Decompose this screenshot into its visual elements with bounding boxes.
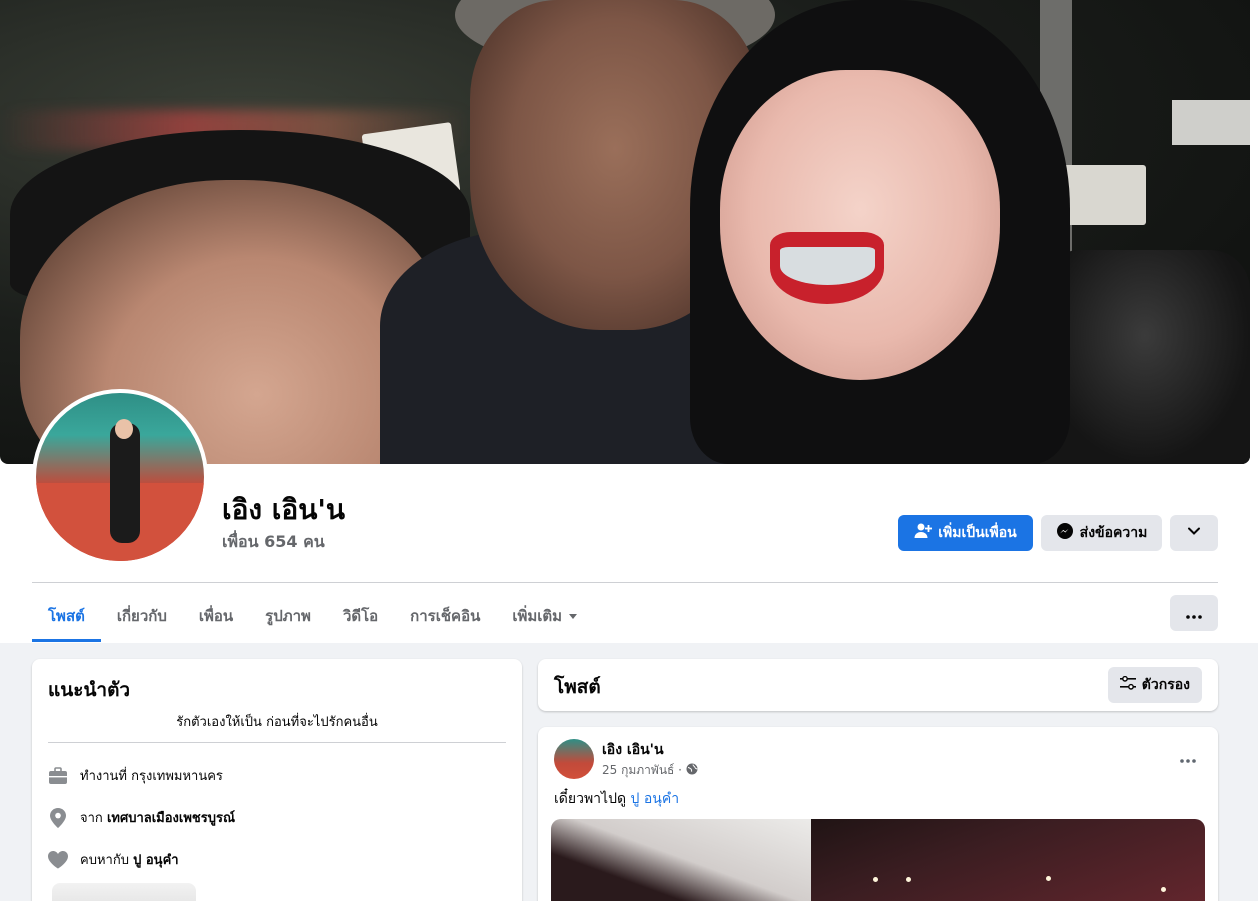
profile-name: เอิง เอิน'น bbox=[222, 493, 346, 526]
location-pin-icon bbox=[48, 807, 68, 828]
person-add-icon bbox=[914, 522, 933, 544]
profile-avatar[interactable] bbox=[32, 389, 208, 565]
hometown[interactable]: เทศบาลเมืองเพชรบูรณ์ bbox=[107, 811, 235, 826]
post-meta: 25 กุมภาพันธ์ · bbox=[602, 761, 698, 780]
tagged-person-link[interactable]: ปู อนุคํา bbox=[631, 791, 680, 807]
tab-friends[interactable]: เพื่อน bbox=[183, 590, 249, 642]
tab-photos[interactable]: รูปภาพ bbox=[249, 590, 327, 642]
intro-title: แนะนำตัว bbox=[48, 679, 131, 701]
tab-videos[interactable]: วิดีโอ bbox=[327, 590, 394, 642]
profile-tabs: โพสต์ เกี่ยวกับ เพื่อน รูปภาพ วิดีโอ การ… bbox=[32, 590, 594, 642]
tab-about[interactable]: เกี่ยวกับ bbox=[101, 590, 183, 642]
posts-title: โพสต์ bbox=[554, 676, 601, 698]
header-divider bbox=[32, 582, 1218, 583]
posts-header-card: โพสต์ ตัวกรอง bbox=[538, 659, 1218, 711]
profile-options-button[interactable] bbox=[1170, 515, 1218, 551]
tabs-more-button[interactable] bbox=[1170, 595, 1218, 631]
more-dots-icon bbox=[1186, 604, 1202, 623]
filter-button[interactable]: ตัวกรอง bbox=[1107, 667, 1202, 703]
work-place[interactable]: กรุงเทพมหานคร bbox=[131, 769, 223, 784]
post-author-name[interactable]: เอิง เอิน'น bbox=[602, 739, 664, 761]
message-button[interactable]: ส่งข้อความ bbox=[1041, 515, 1162, 551]
post-card: เอิง เอิน'น 25 กุมภาพันธ์ · เดี๋ยวพาไปดู… bbox=[538, 727, 1218, 901]
chevron-down-icon bbox=[1187, 524, 1201, 542]
friend-count[interactable]: เพื่อน 654 คน bbox=[222, 530, 325, 555]
tab-posts[interactable]: โพสต์ bbox=[32, 590, 101, 642]
featured-photo-thumbnail[interactable] bbox=[52, 883, 196, 901]
profile-header: เอิง เอิน'น เพื่อน 654 คน เพิ่มเป็นเพื่อ… bbox=[0, 0, 1258, 643]
caret-down-icon bbox=[568, 607, 578, 625]
cover-photo[interactable] bbox=[0, 0, 1250, 464]
more-dots-icon bbox=[1180, 748, 1196, 767]
info-from: จาก เทศบาลเมืองเพชรบูรณ์ bbox=[48, 807, 235, 828]
intro-card: แนะนำตัว รักตัวเองให้เป็น ก่อนที่จะไปรัก… bbox=[32, 659, 522, 901]
message-label: ส่งข้อความ bbox=[1079, 525, 1148, 541]
briefcase-icon bbox=[48, 766, 68, 786]
partner-link[interactable]: ปู อนุคํา bbox=[133, 853, 178, 868]
tab-checkins[interactable]: การเช็คอิน bbox=[394, 590, 496, 642]
messenger-icon bbox=[1056, 522, 1074, 544]
post-photo[interactable] bbox=[551, 819, 1205, 901]
post-date[interactable]: 25 กุมภาพันธ์ · bbox=[602, 761, 682, 780]
info-work: ทำงานที่ กรุงเทพมหานคร bbox=[48, 765, 223, 786]
add-friend-label: เพิ่มเป็นเพื่อน bbox=[938, 525, 1017, 541]
add-friend-button[interactable]: เพิ่มเป็นเพื่อน bbox=[898, 515, 1033, 551]
heart-icon bbox=[48, 850, 68, 870]
intro-bio: รักตัวเองให้เป็น ก่อนที่จะไปรักคนอื่น bbox=[176, 715, 378, 730]
tab-more[interactable]: เพิ่มเติม bbox=[496, 590, 594, 642]
info-relationship: คบหากับ ปู อนุคํา bbox=[48, 849, 179, 870]
globe-icon bbox=[686, 763, 698, 778]
filter-label: ตัวกรอง bbox=[1141, 677, 1190, 693]
filter-sliders-icon bbox=[1119, 675, 1136, 694]
post-options-button[interactable] bbox=[1174, 743, 1202, 771]
post-text: เดี๋ยวพาไปดู ปู อนุคํา bbox=[554, 791, 680, 807]
intro-divider bbox=[48, 742, 506, 743]
post-author-avatar[interactable] bbox=[554, 739, 594, 779]
